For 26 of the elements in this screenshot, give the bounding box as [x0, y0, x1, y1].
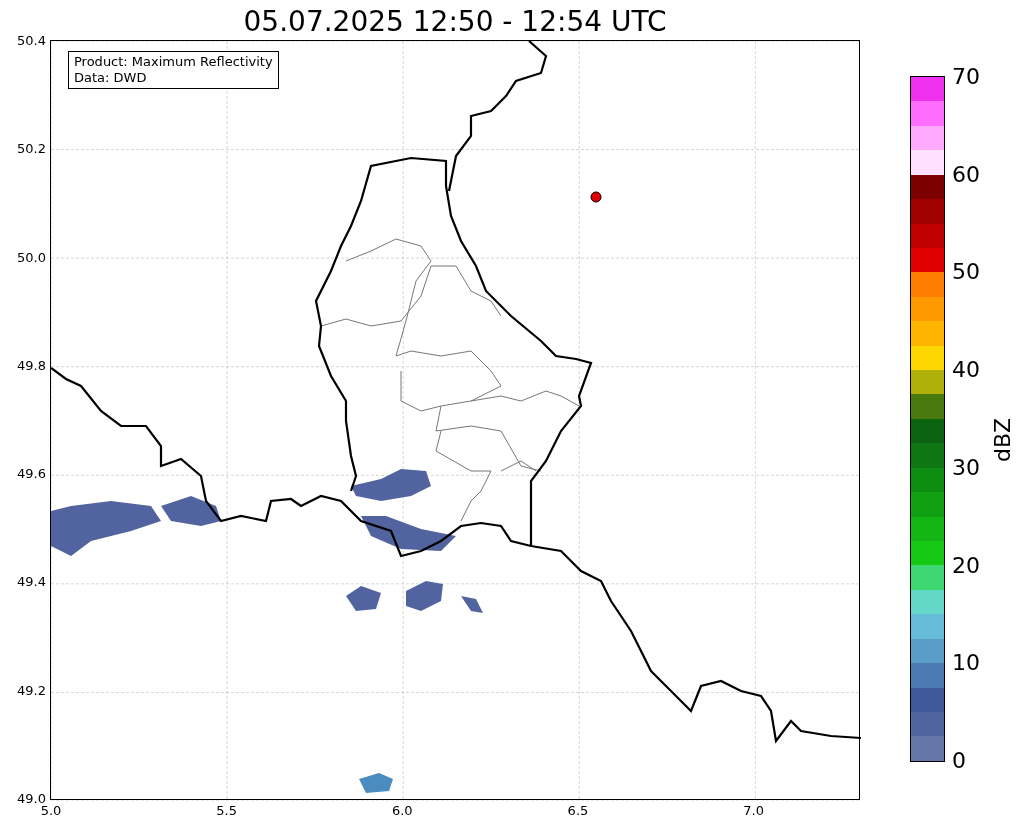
y-tick-label: 50.2 [17, 141, 46, 158]
y-tick-label: 49.8 [17, 357, 46, 374]
y-tick-label: 49.4 [17, 574, 46, 591]
x-tick-label: 5.0 [40, 803, 62, 819]
x-tick-label: 6.0 [391, 803, 413, 819]
colorbar-label: dBZ [990, 417, 1016, 462]
chart-title: 05.07.2025 12:50 - 12:54 UTC [243, 4, 667, 40]
y-tick-label: 49.2 [17, 682, 46, 699]
colorbar-tick-label: 10 [952, 650, 980, 677]
y-tick-label: 49.6 [17, 466, 46, 483]
colorbar-tick-label: 70 [952, 64, 980, 90]
location-marker [590, 191, 602, 203]
y-tick-label: 50.4 [17, 33, 46, 49]
y-tick-label: 49.0 [17, 791, 46, 806]
colorbar-tick-label: 60 [952, 161, 980, 188]
x-tick-label: 7.0 [743, 803, 764, 819]
colorbar-tick-label: 0 [952, 748, 966, 774]
colorbar-tick-label: 50 [952, 259, 980, 286]
y-tick-label: 50.0 [17, 249, 46, 266]
legend-text: Product: Maximum Reflectivity [74, 54, 273, 70]
legend-text: Data: DWD [74, 70, 148, 86]
x-tick-label: 5.5 [216, 803, 237, 819]
x-tick-label: 6.5 [567, 803, 589, 819]
colorbar-tick-label: 30 [952, 454, 980, 481]
colorbar-tick-label: 20 [952, 552, 980, 579]
colorbar-tick-label: 40 [952, 357, 980, 384]
